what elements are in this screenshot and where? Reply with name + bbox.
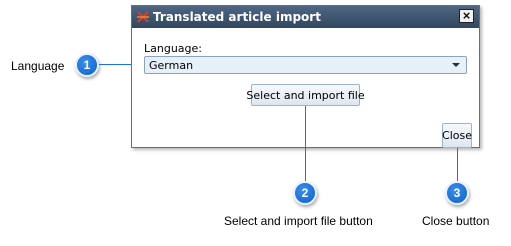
language-dropdown[interactable]: German xyxy=(144,56,467,74)
select-and-import-file-label: Select and import file xyxy=(246,88,365,102)
close-button-label: Close xyxy=(442,129,472,142)
callout-3-line xyxy=(457,148,458,183)
translate-icon xyxy=(136,10,150,24)
close-glyph: × xyxy=(462,8,471,23)
callout-2-label: Select and import file button xyxy=(224,214,373,228)
callout-2-number: 2 xyxy=(301,186,309,200)
close-icon[interactable]: × xyxy=(459,9,474,23)
callout-3-label: Close button xyxy=(422,214,490,228)
select-and-import-file-button[interactable]: Select and import file xyxy=(246,84,365,106)
callout-2-badge: 2 xyxy=(293,181,317,205)
callout-3-badge: 3 xyxy=(445,181,469,205)
callout-1-number: 1 xyxy=(83,58,91,72)
callout-2-line xyxy=(305,106,306,184)
close-button[interactable]: Close xyxy=(442,123,472,148)
language-label: Language: xyxy=(144,42,202,55)
callout-1-label: Language xyxy=(11,59,65,73)
dialog-title: Translated article import xyxy=(153,10,321,24)
language-selected-value: German xyxy=(149,59,194,72)
title-bar: Translated article import × xyxy=(132,6,479,28)
callout-1-badge: 1 xyxy=(75,53,99,77)
callout-3-number: 3 xyxy=(453,186,461,200)
chevron-down-icon[interactable] xyxy=(452,63,460,67)
